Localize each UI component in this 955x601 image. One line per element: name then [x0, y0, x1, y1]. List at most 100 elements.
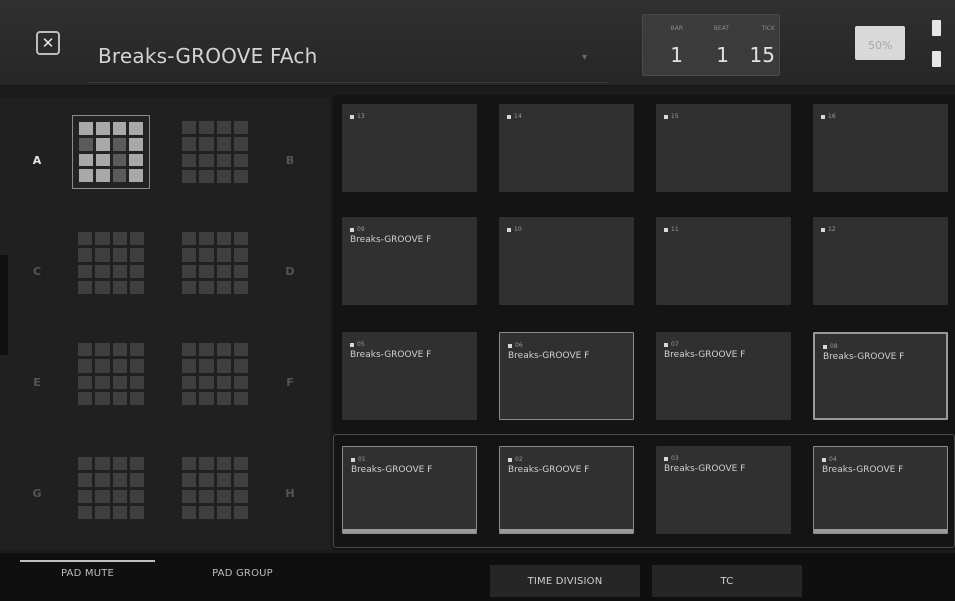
pad-16[interactable]: 16	[813, 104, 948, 192]
pad-15[interactable]: 15	[656, 104, 791, 192]
bank-grid-c[interactable]	[72, 226, 150, 300]
tick-label: TICK	[761, 25, 775, 32]
pad-number: 05	[350, 341, 365, 348]
beat-label: BEAT	[713, 25, 729, 32]
app-root: ✕ Breaks-GROOVE FAch ▾ BAR 1 BEAT 1 TICK…	[0, 0, 955, 601]
pad-sample-name: Breaks-GROOVE F	[664, 464, 746, 474]
bar-cell: BAR 1	[643, 15, 689, 75]
pad-02[interactable]: 02 Breaks-GROOVE F	[499, 446, 634, 534]
bank-letter-e[interactable]: E	[27, 376, 47, 389]
pad-03[interactable]: 03 Breaks-GROOVE F	[656, 446, 791, 534]
pad-sample-name: Breaks-GROOVE F	[822, 465, 904, 475]
bank-grid-d[interactable]	[176, 226, 254, 300]
bank-letter-d[interactable]: D	[280, 265, 300, 278]
pad-10[interactable]: 10	[499, 217, 634, 305]
pad-12[interactable]: 12	[813, 217, 948, 305]
pad-dot-icon	[350, 114, 354, 119]
tc-button[interactable]: TC	[652, 565, 802, 597]
pad-06[interactable]: 06 Breaks-GROOVE F	[499, 332, 634, 420]
bank-panel-edge	[0, 255, 8, 355]
pad-number-text: 07	[671, 341, 679, 348]
swing-value: 50%	[868, 39, 893, 52]
bank-grid-b[interactable]	[176, 115, 254, 189]
pad-number-text: 04	[829, 456, 837, 463]
pad-dot-icon	[664, 342, 668, 347]
pad-dot-icon	[664, 227, 668, 232]
bank-grid-a[interactable]	[72, 115, 150, 189]
pad-number: 02	[508, 456, 523, 463]
pad-dot-icon	[664, 456, 668, 461]
pad-group-tab[interactable]: PAD GROUP	[175, 568, 310, 579]
pad-mute-tab[interactable]: PAD MUTE	[20, 568, 155, 579]
bank-grid-f[interactable]	[176, 337, 254, 411]
pad-dot-icon	[351, 457, 355, 462]
pad-number: 03	[664, 455, 679, 462]
pad-number: 10	[507, 226, 522, 233]
pad-08[interactable]: 08 Breaks-GROOVE F	[813, 332, 948, 420]
bank-letter-h[interactable]: H	[280, 487, 300, 500]
pad-dot-icon	[822, 457, 826, 462]
pad-number: 01	[351, 456, 366, 463]
pad-number: 06	[508, 342, 523, 349]
pad-05[interactable]: 05 Breaks-GROOVE F	[342, 332, 477, 420]
pad-number-text: 08	[830, 343, 838, 350]
bank-grid-e[interactable]	[72, 337, 150, 411]
chevron-down-icon[interactable]: ▾	[582, 52, 587, 63]
pad-13[interactable]: 13	[342, 104, 477, 192]
bank-grid-h[interactable]	[176, 451, 254, 525]
close-button[interactable]: ✕	[36, 31, 60, 55]
bank-letter-c[interactable]: C	[27, 265, 47, 278]
pad-number-text: 03	[671, 455, 679, 462]
bank-grid-g[interactable]	[72, 451, 150, 525]
bank-letter-f[interactable]: F	[280, 376, 300, 389]
pad-sample-name: Breaks-GROOVE F	[664, 350, 746, 360]
pad-sample-name: Breaks-GROOVE F	[351, 465, 433, 475]
bank-letter-g[interactable]: G	[27, 487, 47, 500]
pad-number-text: 10	[514, 226, 522, 233]
pad-number-text: 14	[514, 113, 522, 120]
pad-07[interactable]: 07 Breaks-GROOVE F	[656, 332, 791, 420]
bar-value: 1	[670, 43, 683, 67]
pad-11[interactable]: 11	[656, 217, 791, 305]
level-indicator-top	[932, 20, 941, 36]
beat-value: 1	[716, 43, 729, 67]
track-title[interactable]: Breaks-GROOVE FAch	[98, 44, 318, 68]
close-icon: ✕	[41, 33, 55, 52]
pad-number-text: 06	[515, 342, 523, 349]
pad-number: 04	[822, 456, 837, 463]
pad-number: 13	[350, 113, 365, 120]
time-division-button[interactable]: TIME DIVISION	[490, 565, 640, 597]
pad-dot-icon	[507, 114, 511, 119]
position-counter[interactable]: BAR 1 BEAT 1 TICK 15	[642, 14, 780, 76]
pad-number-text: 05	[357, 341, 365, 348]
title-underline	[88, 82, 608, 83]
pad-mute-indicator	[20, 560, 155, 562]
pad-09[interactable]: 09 Breaks-GROOVE F	[342, 217, 477, 305]
pad-dot-icon	[821, 114, 825, 119]
pad-number-text: 09	[357, 226, 365, 233]
pad-number: 16	[821, 113, 836, 120]
pad-number: 09	[350, 226, 365, 233]
pad-number-text: 12	[828, 226, 836, 233]
pad-dot-icon	[821, 227, 825, 232]
pad-number-text: 11	[671, 226, 679, 233]
pad-04[interactable]: 04 Breaks-GROOVE F	[813, 446, 948, 534]
bank-letter-a[interactable]: A	[27, 154, 47, 167]
pad-sample-name: Breaks-GROOVE F	[350, 235, 432, 245]
level-indicator-bottom	[932, 51, 941, 67]
pad-01[interactable]: 01 Breaks-GROOVE F	[342, 446, 477, 534]
pad-number: 15	[664, 113, 679, 120]
pad-dot-icon	[508, 457, 512, 462]
beat-cell: BEAT 1	[689, 15, 735, 75]
pad-14[interactable]: 14	[499, 104, 634, 192]
pad-dot-icon	[664, 114, 668, 119]
pad-number-text: 02	[515, 456, 523, 463]
tick-cell: TICK 15	[735, 15, 781, 75]
bar-label: BAR	[670, 25, 683, 32]
pad-number: 14	[507, 113, 522, 120]
swing-box[interactable]: 50%	[855, 26, 905, 60]
pad-sample-name: Breaks-GROOVE F	[350, 350, 432, 360]
pad-dot-icon	[350, 227, 354, 232]
header-bar: ✕ Breaks-GROOVE FAch ▾ BAR 1 BEAT 1 TICK…	[0, 0, 955, 86]
bank-letter-b[interactable]: B	[280, 154, 300, 167]
